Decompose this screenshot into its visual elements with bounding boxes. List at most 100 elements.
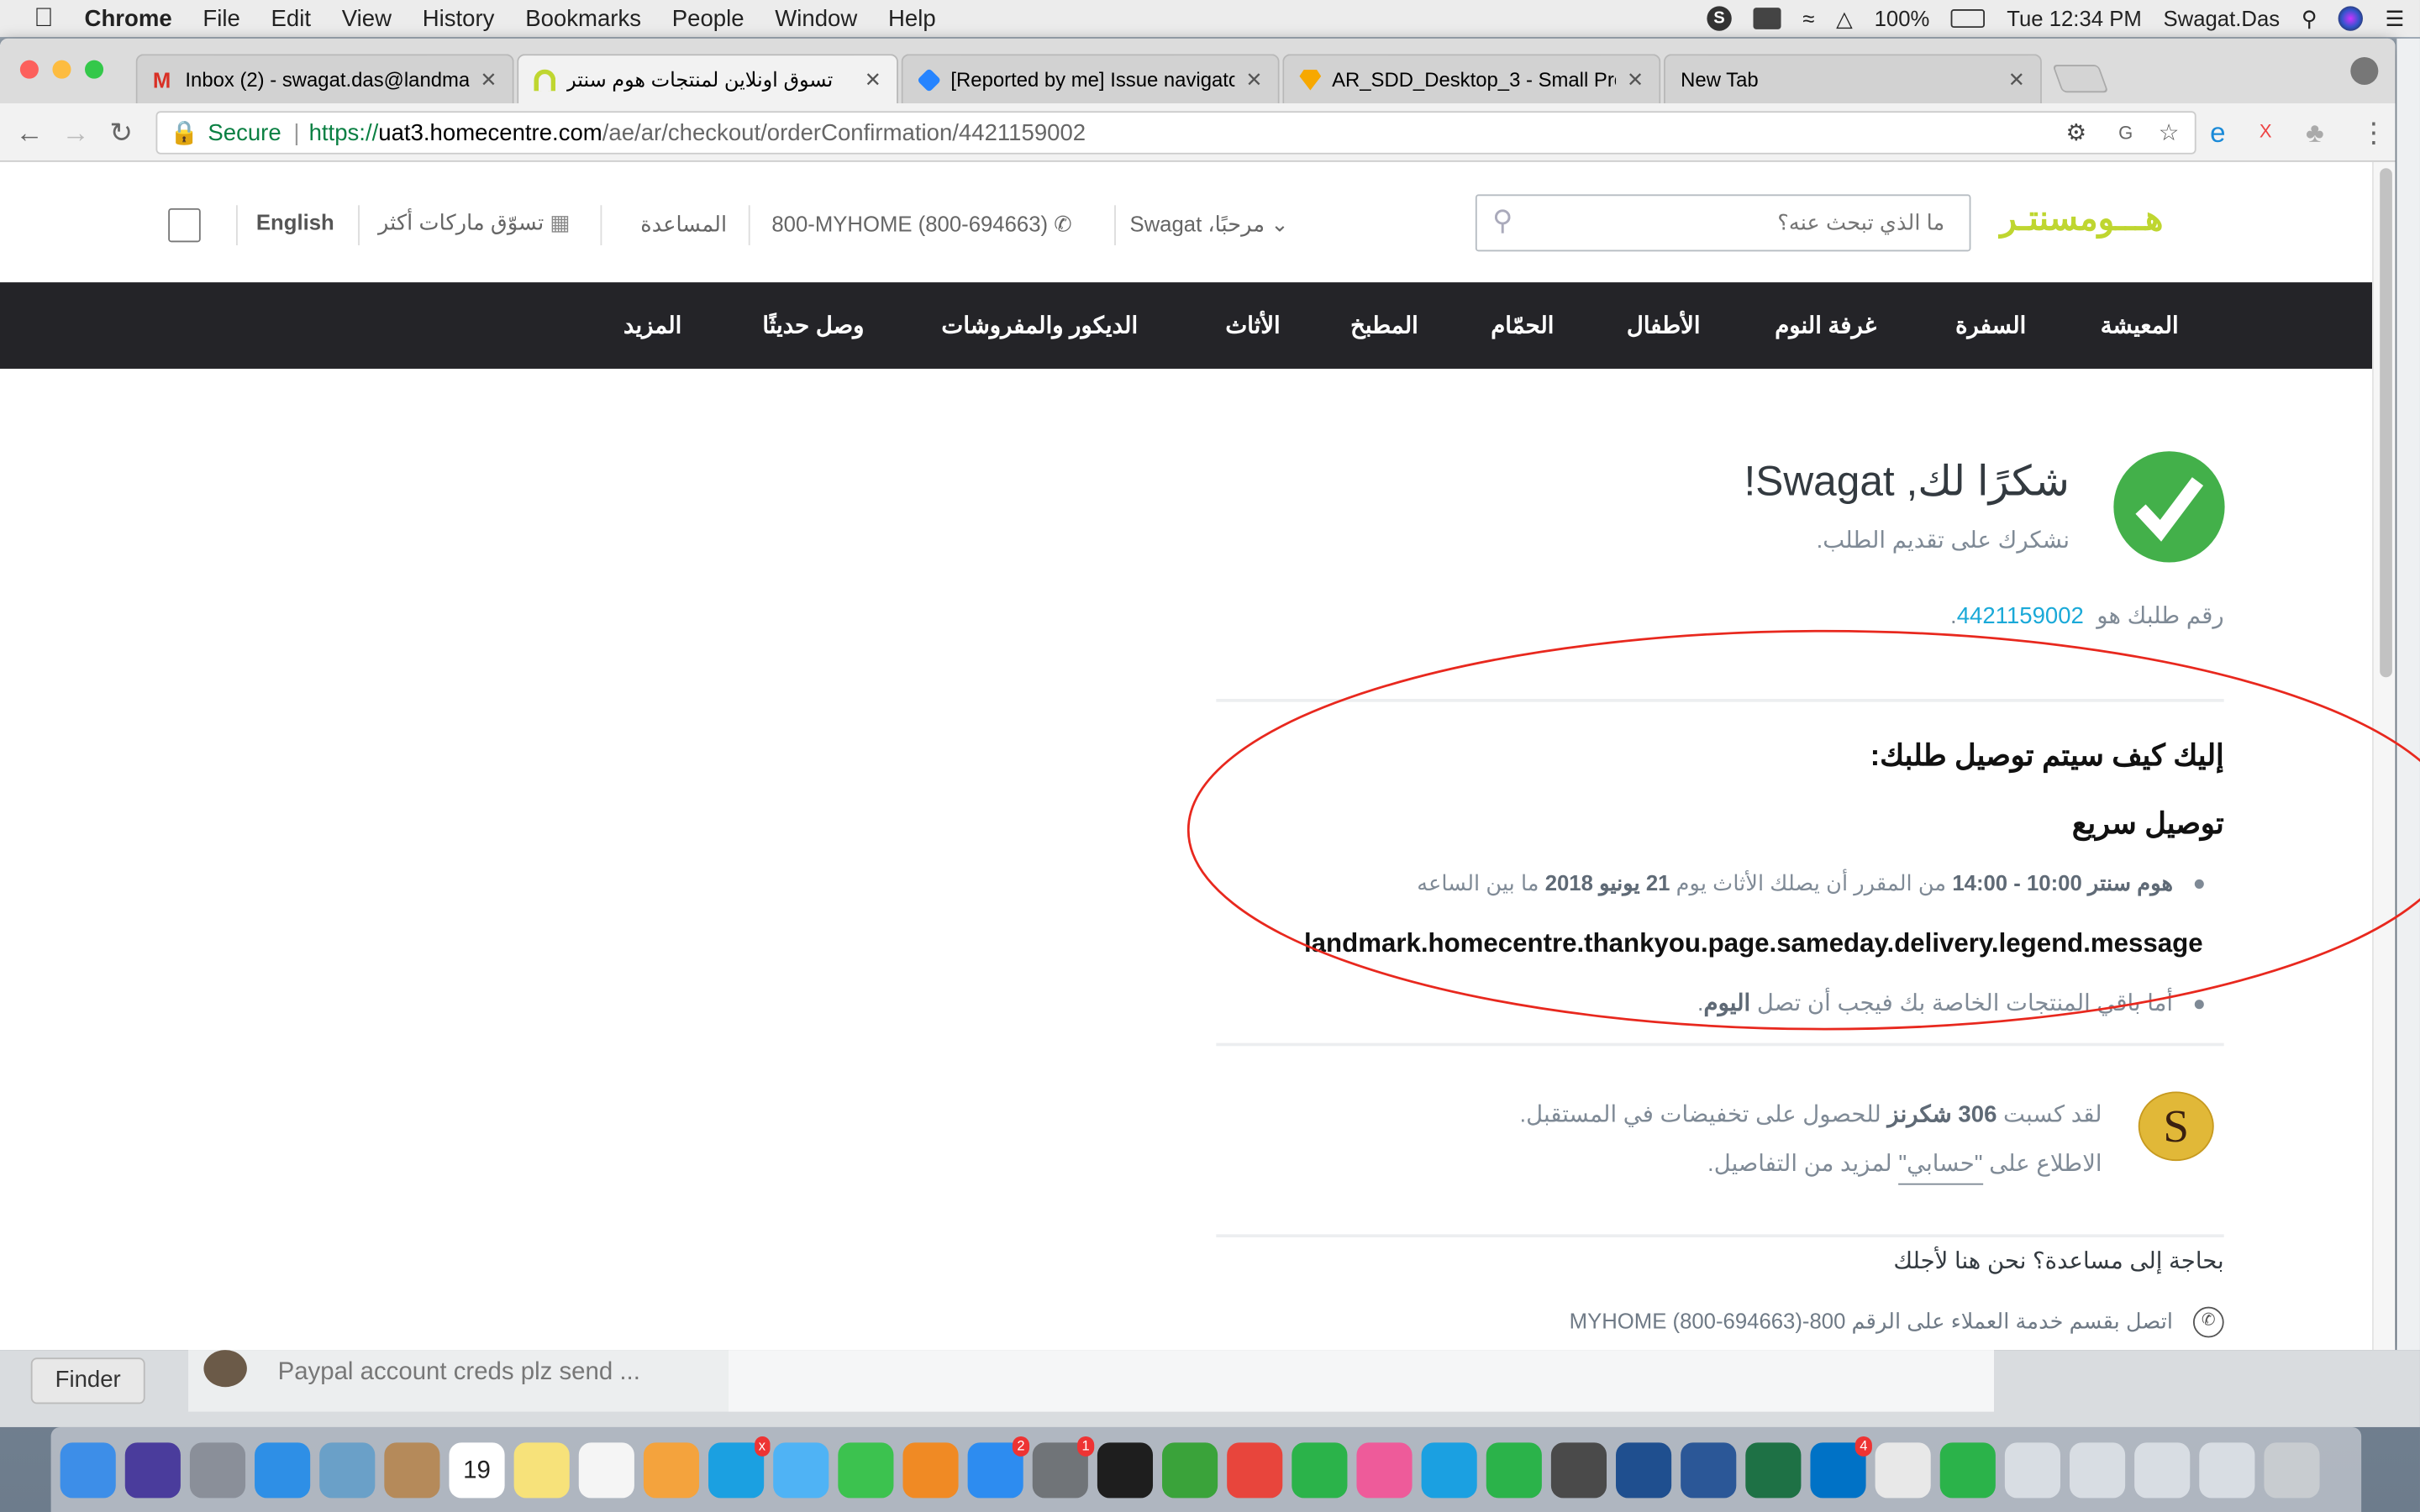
close-tab-icon[interactable]: ✕ <box>2008 67 2025 92</box>
ibooks-icon[interactable] <box>902 1441 959 1498</box>
close-tab-icon[interactable]: ✕ <box>865 67 881 92</box>
finder-icon[interactable] <box>60 1441 116 1498</box>
preview-icon[interactable] <box>319 1441 376 1498</box>
keyboard-icon[interactable] <box>1753 8 1781 29</box>
itunes-icon[interactable] <box>1356 1441 1413 1498</box>
skype-icon[interactable]: x <box>708 1436 771 1498</box>
tab-gmail[interactable]: M Inbox (2) - swagat.das@landmarkgroup.c… <box>135 54 514 104</box>
forward-icon[interactable]: → <box>61 118 89 150</box>
skype-status-icon[interactable]: S <box>1707 6 1732 31</box>
messages-icon[interactable] <box>773 1441 829 1498</box>
safari-icon[interactable] <box>255 1441 311 1498</box>
siri-icon[interactable] <box>124 1441 181 1498</box>
wifi-icon[interactable]: ≈ <box>1802 6 1814 30</box>
excel-icon[interactable] <box>1745 1441 1802 1498</box>
airplay-icon[interactable]: △ <box>1836 5 1853 31</box>
translate-icon[interactable]: G <box>2118 122 2133 144</box>
nav-more[interactable]: المزيد <box>623 312 681 339</box>
menu-window[interactable]: Window <box>775 5 857 31</box>
photos-icon[interactable] <box>643 1441 700 1498</box>
bookmark-star-icon[interactable]: ☆ <box>2159 118 2180 146</box>
nav-new-arrivals[interactable]: وصل حديثًا <box>762 312 864 339</box>
system-preferences-icon[interactable]: 1 <box>1032 1436 1095 1498</box>
tab-sketch[interactable]: AR_SDD_Desktop_3 - Small Projects ✕ <box>1282 54 1661 104</box>
launchpad-icon[interactable] <box>189 1441 246 1498</box>
menu-view[interactable]: View <box>342 5 392 31</box>
folder-icon[interactable] <box>2134 1441 2191 1498</box>
close-tab-icon[interactable]: ✕ <box>1245 67 1262 92</box>
nav-kids[interactable]: الأطفال <box>1627 312 1701 339</box>
appstore-icon[interactable]: 2 <box>967 1436 1030 1498</box>
close-window-button[interactable] <box>19 60 39 79</box>
zoom-window-button[interactable] <box>85 60 104 79</box>
help-phone[interactable]: اتصل بقسم خدمة العملاء على الرقم 800-MYH… <box>1570 1307 2173 1335</box>
filezilla-icon[interactable] <box>1162 1441 1218 1498</box>
nav-bathroom[interactable]: الحمّام <box>1491 312 1554 339</box>
siri-icon[interactable] <box>2338 6 2364 31</box>
menu-help[interactable]: Help <box>888 5 936 31</box>
menu-file[interactable]: File <box>203 5 239 31</box>
calendar-icon[interactable]: 19 <box>449 1441 505 1498</box>
menu-edit[interactable]: Edit <box>271 5 311 31</box>
folder-icon[interactable] <box>2004 1441 2060 1498</box>
battery-icon[interactable] <box>1951 9 1986 29</box>
menu-kebab-icon[interactable]: ⋮ <box>2360 118 2387 150</box>
facetime-icon[interactable] <box>838 1441 894 1498</box>
trash-icon[interactable] <box>2264 1441 2320 1498</box>
back-icon[interactable]: ← <box>15 118 43 150</box>
cart-bag-icon[interactable] <box>168 207 201 243</box>
language-switch[interactable]: English <box>256 210 334 234</box>
account-dropdown[interactable]: ⌄ مرحبًا، Swagat <box>1129 212 1288 238</box>
search-box[interactable]: ⚲ <box>1475 194 1971 252</box>
tab-new-tab[interactable]: New Tab ✕ <box>1663 54 2042 104</box>
documents-icon[interactable] <box>1875 1441 1931 1498</box>
phone-link[interactable]: 800-MYHOME (800-694663) ✆ <box>771 212 1071 238</box>
terminal-icon[interactable] <box>1097 1441 1154 1498</box>
reload-icon[interactable]: ↻ <box>109 118 133 150</box>
search-input[interactable] <box>1528 196 1945 249</box>
search-icon[interactable]: ⚲ <box>1492 205 1512 238</box>
tab-jira[interactable]: [Reported by me] Issue navigator ✕ <box>901 54 1280 104</box>
word-icon[interactable] <box>1681 1441 1737 1498</box>
nav-bedroom[interactable]: غرفة النوم <box>1775 312 1876 339</box>
skype-icon[interactable] <box>1421 1441 1477 1498</box>
nav-kitchen[interactable]: المطبخ <box>1350 312 1418 339</box>
order-number[interactable]: 4421159002 <box>1957 603 2084 629</box>
sublime-icon[interactable] <box>1550 1441 1607 1498</box>
chat-list-item[interactable]: Paypal account creds plz send ... <box>188 1350 729 1412</box>
menu-history[interactable]: History <box>423 5 495 31</box>
nav-dining[interactable]: السفرة <box>1955 312 2026 339</box>
folder-icon[interactable] <box>2199 1441 2255 1498</box>
tab-homecentre[interactable]: تسوق اونلاين لمنتجات هوم سنتر ✕ <box>517 54 898 104</box>
chrome-icon[interactable] <box>1227 1441 1283 1498</box>
page-scrollbar[interactable] <box>2372 161 2396 1351</box>
notes-icon[interactable] <box>513 1441 570 1498</box>
contacts-icon[interactable] <box>384 1441 440 1498</box>
clock[interactable]: Tue 12:34 PM <box>2007 6 2142 30</box>
profile-icon[interactable] <box>2350 56 2379 86</box>
notification-center-icon[interactable]: ☰ <box>2386 5 2405 31</box>
close-tab-icon[interactable]: ✕ <box>480 67 497 92</box>
scrollbar-thumb[interactable] <box>2380 168 2392 678</box>
xpath-extension-icon[interactable]: X <box>2260 120 2272 142</box>
key-icon[interactable]: ⚙ <box>2066 118 2087 146</box>
sourcetree-icon[interactable] <box>1616 1441 1672 1498</box>
ie-tab-extension-icon[interactable]: e <box>2210 118 2225 150</box>
reminders-icon[interactable] <box>578 1441 634 1498</box>
new-tab-button[interactable] <box>2052 65 2109 93</box>
minimize-window-button[interactable] <box>52 60 71 79</box>
slack-s-icon[interactable] <box>1486 1441 1542 1498</box>
folder-icon[interactable] <box>2070 1441 2126 1498</box>
shukran-icon[interactable] <box>1939 1441 1996 1498</box>
menu-app-chrome[interactable]: Chrome <box>85 5 172 31</box>
address-bar[interactable]: 🔒 Secure | https:// uat3.homecentre.com … <box>155 111 2196 155</box>
homecentre-logo[interactable]: هـــومسنتـر <box>2000 199 2163 239</box>
nav-decor[interactable]: الديكور والمفروشات <box>941 312 1138 339</box>
nav-furniture[interactable]: الأثاث <box>1225 312 1280 339</box>
spotlight-icon[interactable]: ⚲ <box>2302 5 2317 31</box>
apple-icon[interactable]:  <box>34 3 53 34</box>
help-link[interactable]: المساعدة <box>640 212 727 238</box>
close-tab-icon[interactable]: ✕ <box>1627 67 1644 92</box>
menu-people[interactable]: People <box>672 5 744 31</box>
user-name[interactable]: Swagat.Das <box>2163 6 2280 30</box>
